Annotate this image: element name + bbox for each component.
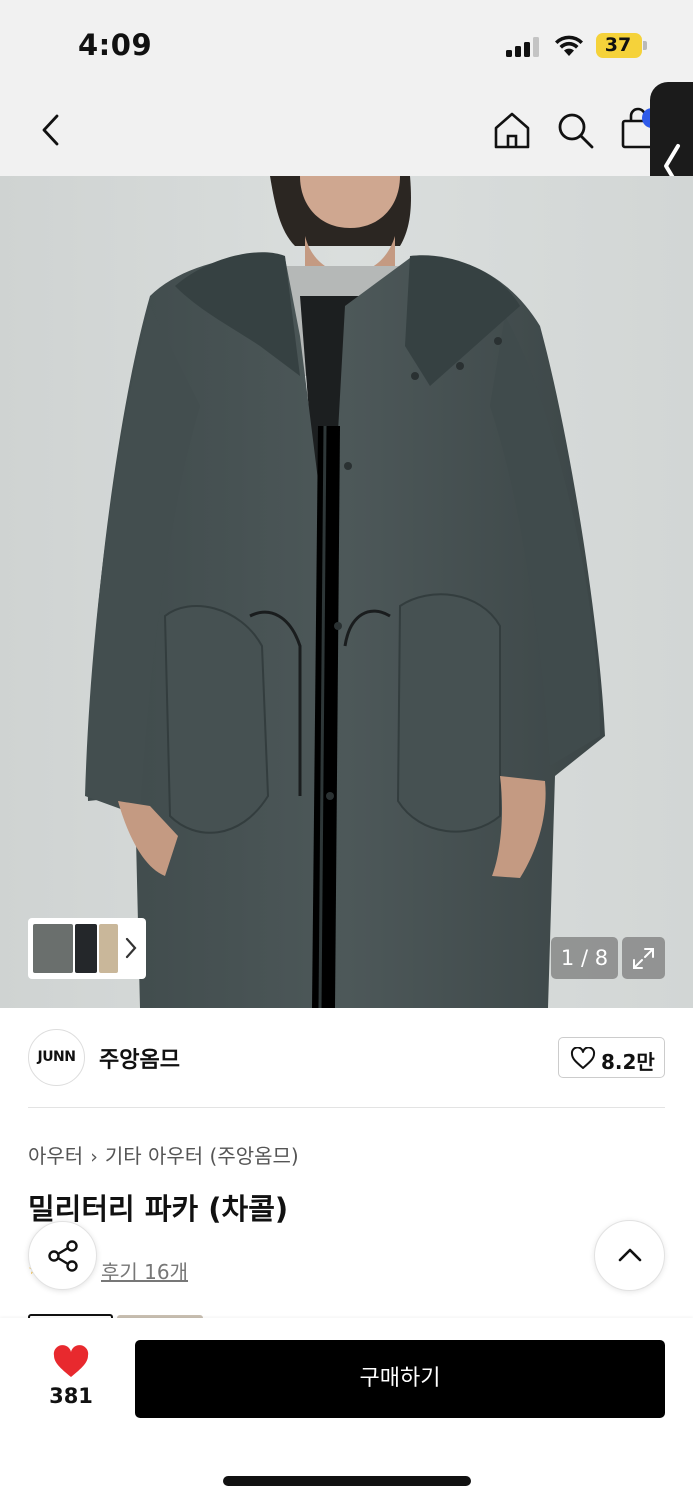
- share-icon: [48, 1240, 78, 1272]
- brand-like-count: 8.2만: [601, 1050, 655, 1074]
- share-button[interactable]: [28, 1221, 97, 1290]
- search-icon[interactable]: [556, 111, 596, 151]
- scroll-top-button[interactable]: [594, 1220, 665, 1291]
- cellular-signal-icon: [506, 37, 542, 57]
- breadcrumb-subcategory[interactable]: 기타 아우터 (주앙옴므): [105, 1144, 299, 1168]
- battery-level: 37: [604, 34, 632, 56]
- thumbnail-3[interactable]: [99, 924, 118, 973]
- product-image[interactable]: [0, 176, 693, 1008]
- wifi-icon: [555, 35, 583, 56]
- back-button[interactable]: [36, 112, 66, 148]
- thumbnail-strip[interactable]: [28, 918, 146, 979]
- breadcrumb-category[interactable]: 아우터: [28, 1144, 83, 1168]
- chevron-right-icon: ›: [90, 1146, 98, 1168]
- home-icon[interactable]: [492, 110, 532, 150]
- image-page-counter: 1 / 8: [551, 937, 618, 979]
- wish-count: 381: [49, 1384, 93, 1408]
- chevron-right-icon: [125, 937, 137, 959]
- expand-icon: [633, 948, 654, 969]
- product-photo: [0, 176, 693, 1008]
- heart-filled-icon[interactable]: [52, 1345, 90, 1379]
- battery-cap: [643, 41, 647, 50]
- battery-icon: 37: [596, 33, 642, 58]
- breadcrumb: 아우터 › 기타 아우터 (주앙옴므): [28, 1140, 299, 1169]
- divider: [28, 1107, 665, 1108]
- status-bar: 4:09 37: [0, 0, 693, 92]
- thumbnail-1[interactable]: [33, 924, 73, 973]
- review-link[interactable]: 후기 16개: [101, 1256, 188, 1285]
- brand-like-button[interactable]: 8.2만: [558, 1037, 665, 1078]
- status-time: 4:09: [78, 28, 153, 62]
- thumbnail-2[interactable]: [75, 924, 97, 973]
- brand-logo[interactable]: JUNN: [28, 1029, 85, 1086]
- chevron-up-icon: [618, 1248, 642, 1262]
- expand-button[interactable]: [622, 937, 665, 979]
- home-indicator: [223, 1476, 471, 1486]
- brand-name[interactable]: 주앙옴므: [99, 1042, 180, 1074]
- heart-outline-icon: [570, 1047, 596, 1069]
- buy-button[interactable]: 구매하기: [135, 1340, 665, 1418]
